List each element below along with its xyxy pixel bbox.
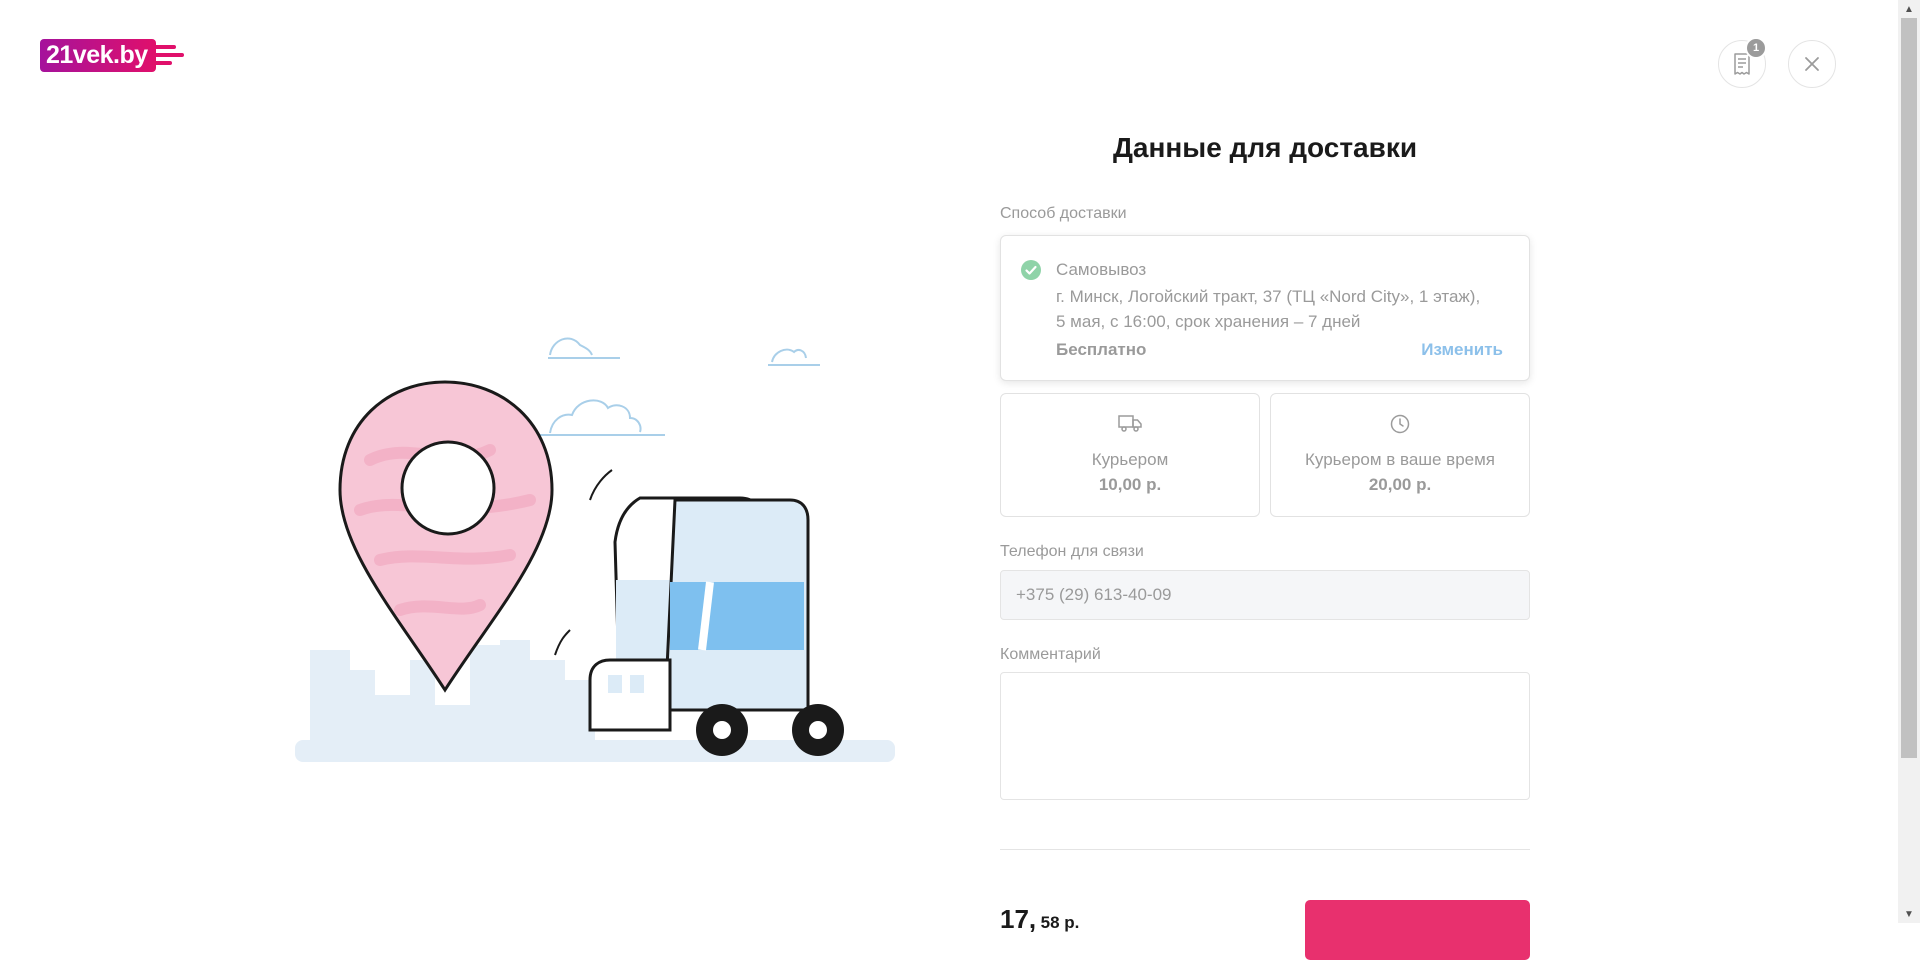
pickup-address: г. Минск, Логойский тракт, 37 (ТЦ «Nord … xyxy=(1056,284,1516,334)
pickup-price: Бесплатно xyxy=(1056,340,1147,359)
close-button[interactable] xyxy=(1788,40,1836,88)
change-pickup-link[interactable]: Изменить xyxy=(1421,340,1503,360)
scroll-thumb[interactable] xyxy=(1901,18,1917,758)
check-circle-icon xyxy=(1021,260,1041,280)
logo-lines-decoration xyxy=(153,45,184,65)
pickup-option-name: Самовывоз xyxy=(1056,260,1147,279)
phone-label: Телефон для связи xyxy=(1000,543,1144,560)
scroll-down-arrow-icon[interactable]: ▼ xyxy=(1898,905,1920,923)
scheduled-courier-option-price: 20,00 р. xyxy=(1368,475,1432,494)
delivery-method-label: Способ доставки xyxy=(1000,205,1127,222)
truck-icon xyxy=(1118,415,1142,432)
page-title: Данные для доставки xyxy=(1112,132,1418,163)
clouds xyxy=(530,337,820,436)
delivery-option-pickup[interactable]: Самовывоз г. Минск, Логойский тракт, 37 … xyxy=(1000,235,1530,381)
pickup-address-line2: 5 мая, с 16:00, срок хранения – 7 дней xyxy=(1056,312,1361,331)
delivery-illustration xyxy=(290,310,910,770)
pickup-address-line1: г. Минск, Логойский тракт, 37 (ТЦ «Nord … xyxy=(1056,287,1481,306)
order-total: 17, 58 р. xyxy=(1000,904,1079,935)
scroll-up-arrow-icon[interactable]: ▲ xyxy=(1898,0,1920,18)
site-logo[interactable]: 21vek.by xyxy=(40,38,184,72)
delivery-option-courier[interactable]: Курьером 10,00 р. xyxy=(1000,393,1260,517)
submit-order-button[interactable] xyxy=(1305,900,1530,960)
receipt-count-badge: 1 xyxy=(1745,37,1767,59)
scrollbar[interactable]: ▲ ▼ xyxy=(1898,0,1920,923)
receipt-button[interactable]: 1 xyxy=(1718,37,1767,88)
logo-text: 21vek.by xyxy=(40,38,156,72)
clock-icon xyxy=(1390,414,1410,434)
divider xyxy=(1000,849,1530,850)
order-total-main: 17, xyxy=(1000,904,1037,934)
comment-textarea[interactable] xyxy=(1000,672,1530,800)
courier-option-price: 10,00 р. xyxy=(1098,475,1162,494)
comment-label: Комментарий xyxy=(1000,646,1101,663)
courier-option-name: Курьером xyxy=(1091,450,1169,469)
truck-illustration xyxy=(554,469,844,756)
delivery-option-courier-scheduled[interactable]: Курьером в ваше время 20,00 р. xyxy=(1270,393,1530,517)
phone-input[interactable] xyxy=(1000,570,1530,620)
scheduled-courier-option-name: Курьером в ваше время xyxy=(1305,450,1495,469)
close-icon xyxy=(1805,57,1819,71)
